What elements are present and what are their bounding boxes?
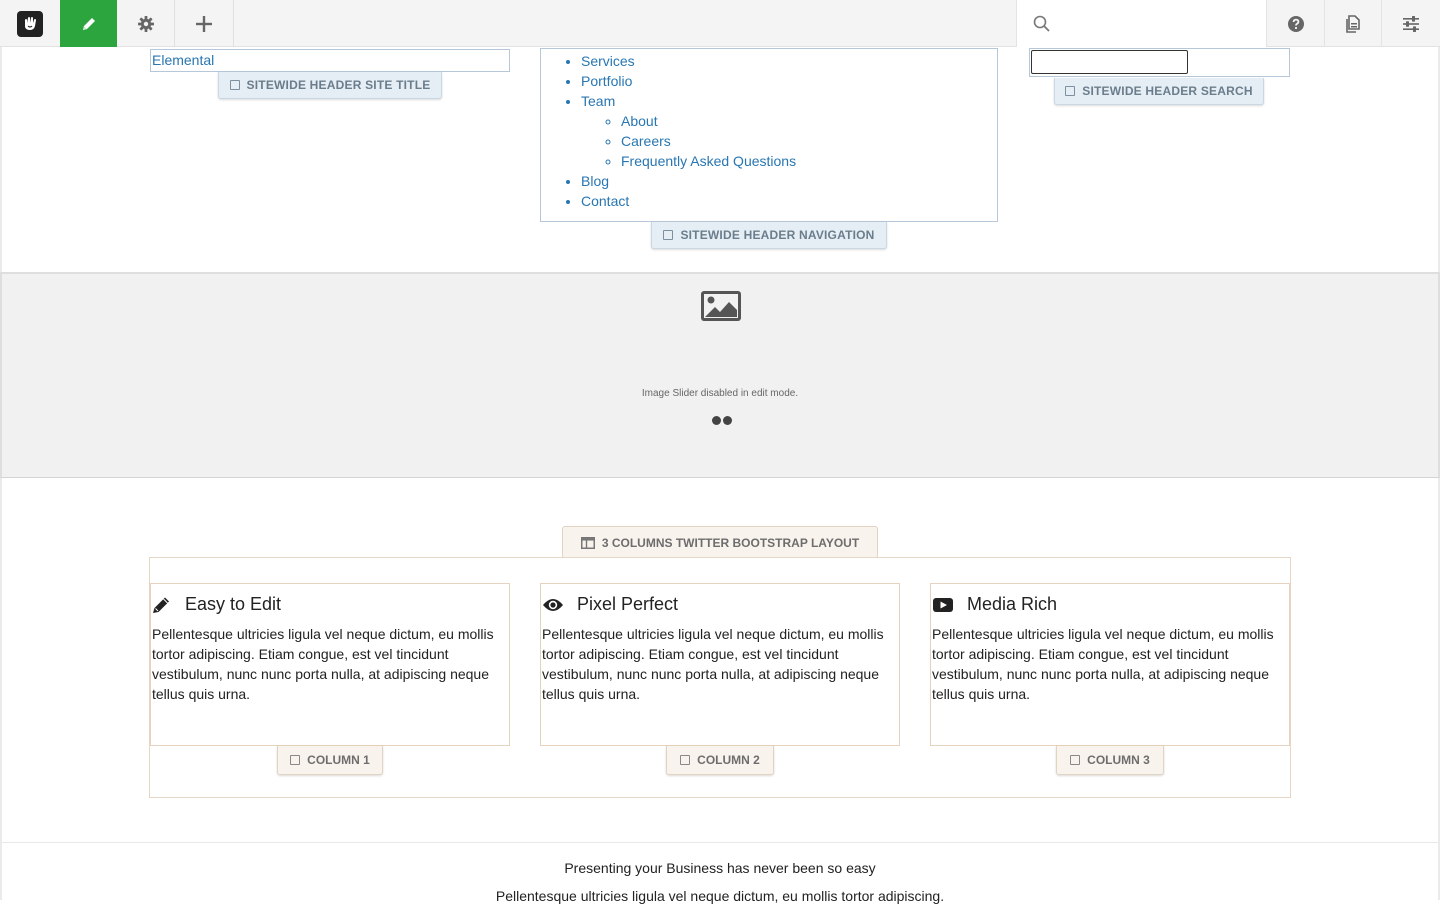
column-1[interactable]: Easy to Edit Pellentesque ultricies ligu… — [150, 583, 510, 746]
area-checkbox-icon — [663, 230, 674, 240]
area-checkbox-icon — [680, 755, 691, 765]
slider-pager — [712, 416, 732, 425]
column-2[interactable]: Pixel Perfect Pellentesque ultricies lig… — [540, 583, 900, 746]
area-label-text: SITEWIDE HEADER SITE TITLE — [246, 78, 431, 92]
youtube-icon — [933, 597, 953, 612]
page-settings-button[interactable] — [117, 0, 175, 47]
header-search-input[interactable] — [1031, 50, 1188, 74]
nav-item-services[interactable]: Services — [581, 51, 997, 71]
nav-item-about[interactable]: About — [621, 111, 997, 131]
slider-dot[interactable] — [712, 416, 721, 425]
area-checkbox-icon — [290, 755, 301, 765]
dashboard-settings-button[interactable] — [1381, 0, 1440, 47]
layout-label-tab[interactable]: 3 COLUMNS TWITTER BOOTSTRAP LAYOUT — [562, 526, 878, 558]
eye-icon — [543, 598, 563, 611]
plus-icon — [196, 15, 212, 32]
column-2-area-label[interactable]: COLUMN 2 — [666, 746, 774, 775]
section-divider — [2, 842, 1438, 843]
nav-item-team[interactable]: Team About Careers Frequently Asked Ques… — [581, 91, 997, 171]
pencil-icon — [153, 597, 169, 613]
nav-item-portfolio[interactable]: Portfolio — [581, 71, 997, 91]
toolbar-search-input[interactable] — [1058, 7, 1252, 40]
slider-dot[interactable] — [723, 416, 732, 425]
promo-text: Pellentesque ultricies ligula vel neque … — [495, 888, 945, 904]
concrete5-logo-icon — [17, 10, 43, 37]
feature-text: Pellentesque ultricies ligula vel neque … — [932, 626, 1274, 702]
nav-item-blog[interactable]: Blog — [581, 171, 997, 191]
help-icon — [1287, 15, 1304, 32]
image-icon — [701, 291, 741, 321]
column-1-area-label[interactable]: COLUMN 1 — [277, 746, 383, 775]
feature-text: Pellentesque ultricies ligula vel neque … — [152, 626, 494, 702]
help-button[interactable] — [1266, 0, 1324, 47]
image-slider[interactable]: Image Slider disabled in edit mode. — [0, 272, 1440, 478]
feature-title: Media Rich — [932, 594, 1057, 615]
nav-submenu-team: About Careers Frequently Asked Questions — [581, 111, 997, 171]
concrete5-logo-button[interactable] — [0, 0, 60, 47]
search-icon — [1033, 15, 1050, 32]
pages-icon — [1346, 14, 1360, 33]
feature-text: Pellentesque ultricies ligula vel neque … — [542, 626, 884, 702]
navigation-block[interactable]: Services Portfolio Team About Careers Fr… — [540, 48, 998, 222]
layout-label-text: 3 COLUMNS TWITTER BOOTSTRAP LAYOUT — [601, 535, 860, 550]
area-checkbox-icon — [1070, 755, 1081, 765]
feature-title: Easy to Edit — [152, 594, 281, 615]
toolbar-search — [1016, 0, 1266, 47]
columns-layout-icon — [580, 536, 595, 549]
site-title-block[interactable]: Elemental — [150, 49, 510, 72]
pencil-icon — [82, 17, 95, 30]
header-search-block — [1029, 48, 1290, 77]
area-checkbox-icon — [229, 80, 240, 90]
nav-item-contact[interactable]: Contact — [581, 191, 997, 211]
slider-disabled-message: Image Slider disabled in edit mode. — [641, 388, 799, 399]
add-content-button[interactable] — [175, 0, 234, 47]
nav-item-careers[interactable]: Careers — [621, 131, 997, 151]
site-title-area-label[interactable]: SITEWIDE HEADER SITE TITLE — [218, 72, 442, 99]
area-label-text: SITEWIDE HEADER NAVIGATION — [680, 228, 875, 242]
edit-toolbar — [0, 0, 1440, 47]
feature-title: Pixel Perfect — [542, 594, 678, 615]
site-title-link[interactable]: Elemental — [152, 52, 214, 68]
header-search-area-label[interactable]: SITEWIDE HEADER SEARCH — [1054, 78, 1264, 105]
area-checkbox-icon — [1065, 86, 1076, 96]
nav-item-faq[interactable]: Frequently Asked Questions — [621, 151, 997, 171]
column-3-area-label[interactable]: COLUMN 3 — [1056, 746, 1164, 775]
gear-icon — [137, 15, 154, 32]
sliders-icon — [1403, 15, 1419, 32]
navigation-area-label[interactable]: SITEWIDE HEADER NAVIGATION — [651, 222, 887, 249]
sitemap-pages-button[interactable] — [1324, 0, 1381, 47]
edit-mode-button[interactable] — [60, 0, 117, 47]
promo-heading: Presenting your Business has never been … — [564, 860, 876, 876]
area-label-text: SITEWIDE HEADER SEARCH — [1082, 84, 1253, 98]
main-nav: Services Portfolio Team About Careers Fr… — [541, 51, 997, 211]
column-3[interactable]: Media Rich Pellentesque ultricies ligula… — [930, 583, 1290, 746]
